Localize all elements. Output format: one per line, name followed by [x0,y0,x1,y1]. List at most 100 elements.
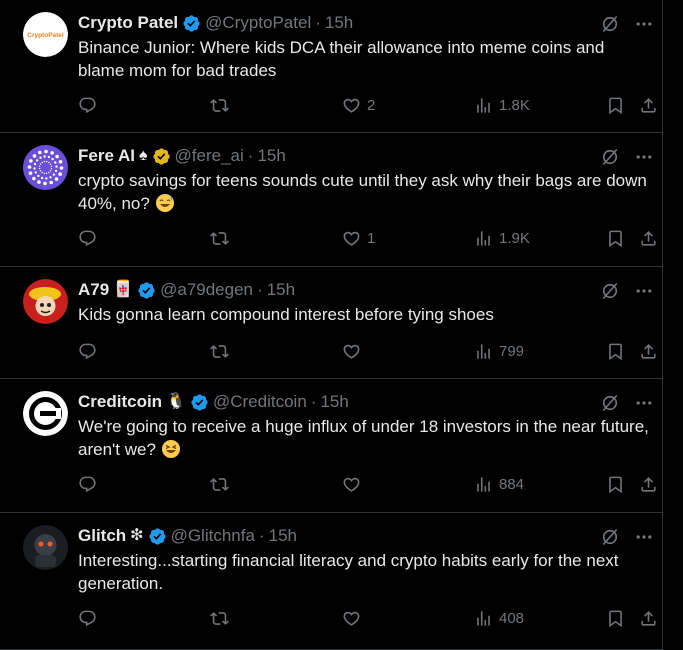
profile-badge-emoji: ♠ [139,147,148,164]
views-button[interactable]: 799 [474,342,524,361]
verified-badge-icon [190,393,209,412]
more-options-icon[interactable] [634,14,654,34]
grok-icon[interactable] [600,14,620,34]
share-icon [639,96,658,115]
retweet-button[interactable] [210,96,235,115]
laughing-emoji [161,440,180,458]
author-name[interactable]: Crypto Patel [78,13,178,33]
bookmark-button[interactable] [606,475,625,494]
views-icon [474,475,493,494]
more-options-icon[interactable] [634,281,654,301]
timestamp[interactable]: 15h [257,146,285,166]
reply-button[interactable] [78,342,103,361]
avatar[interactable] [23,279,68,324]
author-handle[interactable]: @a79degen [160,280,253,300]
reply-button[interactable] [78,229,103,248]
author-handle[interactable]: @fere_ai [175,146,244,166]
bookmark-button[interactable] [606,342,625,361]
tweet[interactable]: Fere AI ♠ @fere_ai · 15h crypto savings for t… [0,133,662,267]
like-button[interactable]: 2 [342,96,375,115]
views-button[interactable]: 1.8K [474,96,530,115]
tweet[interactable]: A79 🀄 @a79degen · 15h Kids gonna learn compou… [0,267,662,379]
heart-icon [342,475,361,494]
tweet-text: Kids gonna learn compound interest befor… [78,303,653,326]
heart-icon [342,342,361,361]
retweet-button[interactable] [210,609,235,628]
reply-button[interactable] [78,96,103,115]
tweet-text: crypto savings for teens sounds cute unt… [78,169,653,215]
share-icon [639,475,658,494]
retweet-icon [210,342,229,361]
views-button[interactable]: 1.9K [474,229,530,248]
tweet-text: Interesting...starting financial literac… [78,549,653,595]
verified-badge-icon [148,527,167,546]
tweet-header: Fere AI ♠ @fere_ai · 15h [78,145,286,167]
timestamp[interactable]: 15h [325,13,353,33]
tweet-header: A79 🀄 @a79degen · 15h [78,279,295,301]
grok-icon[interactable] [600,281,620,301]
views-button[interactable]: 884 [474,475,524,494]
views-count: 408 [499,610,525,627]
heart-icon [342,609,361,628]
bookmark-button[interactable] [606,609,625,628]
bookmark-icon [606,342,625,361]
share-button[interactable] [639,229,658,248]
heart-icon [342,229,361,248]
avatar[interactable] [23,525,68,570]
like-button[interactable] [342,609,367,628]
bookmark-button[interactable] [606,229,625,248]
retweet-button[interactable] [210,342,235,361]
timestamp[interactable]: 15h [267,280,295,300]
share-button[interactable] [639,96,658,115]
more-options-icon[interactable] [634,147,654,167]
grok-icon[interactable] [600,527,620,547]
bookmark-button[interactable] [606,96,625,115]
retweet-icon [210,609,229,628]
share-button[interactable] [639,609,658,628]
tweet[interactable]: CryptoPatel Crypto Patel @CryptoPatel · 15h B… [0,0,662,133]
timestamp[interactable]: 15h [320,392,348,412]
more-options-icon[interactable] [634,527,654,547]
author-name[interactable]: A79 [78,280,109,300]
tweet-body: Binance Junior: Where kids DCA their all… [78,38,605,80]
share-button[interactable] [639,342,658,361]
reply-icon [78,342,97,361]
avatar[interactable] [23,391,68,436]
grok-icon[interactable] [600,147,620,167]
tweet-header: Crypto Patel @CryptoPatel · 15h [78,12,353,34]
tweet[interactable]: Creditcoin 🐧 @Creditcoin · 15h We're going to… [0,379,662,513]
tweet[interactable]: Glitch ❇ @Glitchnfa · 15h Interesting...start… [0,513,662,650]
author-handle[interactable]: @Glitchnfa [171,526,255,546]
retweet-button[interactable] [210,229,235,248]
reply-button[interactable] [78,609,103,628]
tweet-top-actions [600,147,654,167]
tweet-text: Binance Junior: Where kids DCA their all… [78,36,653,82]
author-name[interactable]: Glitch [78,526,126,546]
reply-icon [78,229,97,248]
tweet-actions: 408 [78,609,660,633]
bookmark-icon [606,609,625,628]
views-count: 799 [499,343,525,360]
author-handle[interactable]: @CryptoPatel [205,13,311,33]
avatar[interactable] [23,145,68,190]
retweet-button[interactable] [210,475,235,494]
reply-button[interactable] [78,475,103,494]
timestamp[interactable]: 15h [269,526,297,546]
author-name[interactable]: Fere AI [78,146,135,166]
tweet-top-actions [600,393,654,413]
grok-icon[interactable] [600,393,620,413]
tweet-text: We're going to receive a huge influx of … [78,415,653,461]
like-button[interactable] [342,475,367,494]
more-options-icon[interactable] [634,393,654,413]
share-icon [639,609,658,628]
share-button[interactable] [639,475,658,494]
like-button[interactable]: 1 [342,229,375,248]
author-handle[interactable]: @Creditcoin [213,392,307,412]
views-button[interactable]: 408 [474,609,524,628]
author-name[interactable]: Creditcoin [78,392,162,412]
avatar[interactable]: CryptoPatel [23,12,68,57]
heart-icon [342,96,361,115]
separator-dot: · [247,146,254,165]
separator-dot: · [258,526,265,545]
like-button[interactable] [342,342,367,361]
